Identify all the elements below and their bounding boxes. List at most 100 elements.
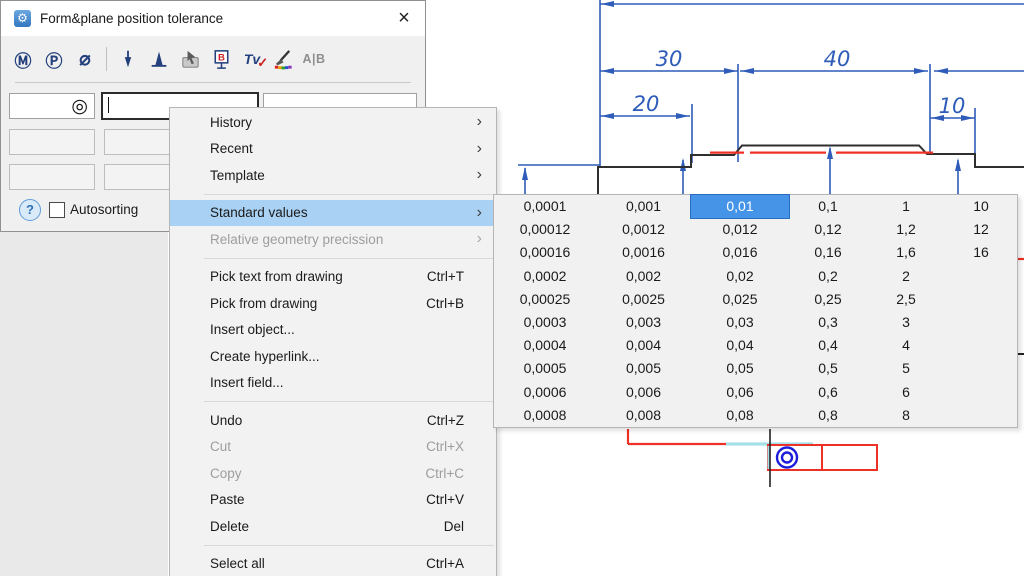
standard-value-cell[interactable]: 0,00016 [494,241,596,264]
circle-m-icon: Ⓜ [15,47,32,72]
menu-item-create-hyperlink[interactable]: Create hyperlink... [170,343,496,370]
menu-item-history[interactable]: History › [170,109,496,136]
autosorting-label: Autosorting [70,202,138,217]
standard-value-cell[interactable]: 1,6 [867,241,945,264]
standard-value-cell[interactable]: 1 [867,195,945,218]
menu-item-recent[interactable]: Recent › [170,136,496,163]
help-button[interactable]: ? [19,199,41,221]
standard-value-cell[interactable]: 0,0016 [596,241,691,264]
standard-value-cell[interactable]: 0,03 [691,311,789,334]
standard-value-cell[interactable]: 0,008 [596,404,691,427]
standard-value-cell[interactable]: 0,0004 [494,334,596,357]
text-check-button[interactable]: Tv✓ [240,47,264,71]
tolerance-type-field-3[interactable] [9,164,95,190]
standard-value-cell[interactable]: 16 [945,241,1017,264]
standard-value-cell[interactable]: 0,002 [596,265,691,288]
standard-value-cell[interactable]: 12 [945,218,1017,241]
standard-value-cell[interactable]: 4 [867,334,945,357]
standard-value-cell[interactable]: 0,1 [789,195,867,218]
menu-item-insert-object[interactable]: Insert object... [170,317,496,344]
standard-value-cell[interactable]: 0,025 [691,288,789,311]
ab-icon: A|B [302,52,325,66]
standard-value-cell[interactable]: 0,25 [789,288,867,311]
standard-value-cell[interactable]: 2 [867,265,945,288]
arrow-down-button[interactable] [116,47,140,71]
standard-value-cell[interactable]: 8 [867,404,945,427]
standard-value-cell[interactable]: 0,8 [789,404,867,427]
standard-value-cell[interactable]: 0,06 [691,381,789,404]
menu-item-paste[interactable]: Paste Ctrl+V [170,487,496,514]
dialog-toolbar: Ⓜ Ⓟ ⌀ B [11,41,326,77]
circle-p-button[interactable]: Ⓟ [42,47,66,71]
standard-value-cell[interactable]: 0,005 [596,357,691,380]
standard-value-cell[interactable]: 0,05 [691,357,789,380]
standard-value-cell[interactable]: 0,016 [691,241,789,264]
standard-value-cell[interactable]: 0,16 [789,241,867,264]
standard-value-cell[interactable]: 0,08 [691,404,789,427]
standard-value-cell[interactable]: 0,0002 [494,265,596,288]
svg-text:B: B [218,52,225,63]
standard-value-cell[interactable]: 0,0012 [596,218,691,241]
empty-cell [945,265,1017,288]
datum-frame-button[interactable]: B [209,47,233,71]
standard-value-cell[interactable]: 0,2 [789,265,867,288]
perpendicular-icon [148,48,170,70]
standard-value-cell[interactable]: 0,01 [691,195,789,218]
standard-value-cell[interactable]: 0,0005 [494,357,596,380]
close-icon[interactable]: × [391,6,417,30]
standard-value-cell[interactable]: 0,12 [789,218,867,241]
dialog-title: Form&plane position tolerance [40,11,223,26]
standard-value-cell[interactable]: 0,0006 [494,381,596,404]
standard-value-cell[interactable]: 0,4 [789,334,867,357]
standard-value-cell[interactable]: 5 [867,357,945,380]
diameter-button[interactable]: ⌀ [73,47,97,71]
menu-item-standard-values[interactable]: Standard values › [170,200,496,227]
dialog-titlebar[interactable]: ⚙ Form&plane position tolerance × [1,1,425,36]
standard-value-cell[interactable]: 0,02 [691,265,789,288]
standard-value-cell[interactable]: 0,00012 [494,218,596,241]
standard-value-cell[interactable]: 2,5 [867,288,945,311]
tolerance-type-field[interactable]: ◎ [9,93,95,119]
pick-from-drawing-button[interactable] [178,47,202,71]
standard-value-cell[interactable]: 0,00025 [494,288,596,311]
workspace-background [0,231,168,576]
standard-value-cell[interactable]: 6 [867,381,945,404]
ab-separator-button[interactable]: A|B [302,47,326,71]
autosorting-checkbox[interactable] [49,202,65,218]
standard-value-cell[interactable]: 0,0003 [494,311,596,334]
menu-item-undo[interactable]: Undo Ctrl+Z [170,407,496,434]
standard-value-cell[interactable]: 0,04 [691,334,789,357]
standard-value-cell[interactable]: 1,2 [867,218,945,241]
standard-value-cell[interactable]: 0,003 [596,311,691,334]
standard-value-cell[interactable]: 0,001 [596,195,691,218]
standard-value-cell[interactable]: 0,012 [691,218,789,241]
dimension-labels: 30 40 20 10 [633,47,966,118]
menu-separator [204,194,494,195]
standard-value-cell[interactable]: 10 [945,195,1017,218]
menu-item-pick-from-drawing[interactable]: Pick from drawing Ctrl+B [170,290,496,317]
standard-value-cell[interactable]: 0,5 [789,357,867,380]
menu-item-select-all[interactable]: Select all Ctrl+A [170,551,496,576]
standard-value-cell[interactable]: 0,3 [789,311,867,334]
datum-perpendicular-button[interactable] [147,47,171,71]
submenu-arrow-icon: › [477,166,486,184]
standard-value-cell[interactable]: 0,6 [789,381,867,404]
standard-value-cell[interactable]: 0,0008 [494,404,596,427]
mmc-circle-m-button[interactable]: Ⓜ [11,47,35,71]
tolerance-type-field-2[interactable] [9,129,95,155]
standard-value-cell[interactable]: 3 [867,311,945,334]
menu-item-relative-geometry-precission: Relative geometry precission › [170,226,496,253]
standard-value-cell[interactable]: 0,0001 [494,195,596,218]
standard-value-cell[interactable]: 0,004 [596,334,691,357]
standard-value-cell[interactable]: 0,006 [596,381,691,404]
menu-item-insert-field[interactable]: Insert field... [170,370,496,397]
circle-p-icon: Ⓟ [46,47,63,72]
standard-value-cell[interactable]: 0,0025 [596,288,691,311]
menu-item-template[interactable]: Template › [170,162,496,189]
format-brush-button[interactable] [271,47,295,71]
menu-item-pick-text-from-drawing[interactable]: Pick text from drawing Ctrl+T [170,264,496,291]
text-cursor [108,97,109,113]
toolbar-separator [106,47,107,71]
menu-item-delete[interactable]: Delete Del [170,513,496,540]
concentricity-symbol-icon: ◎ [71,95,88,118]
